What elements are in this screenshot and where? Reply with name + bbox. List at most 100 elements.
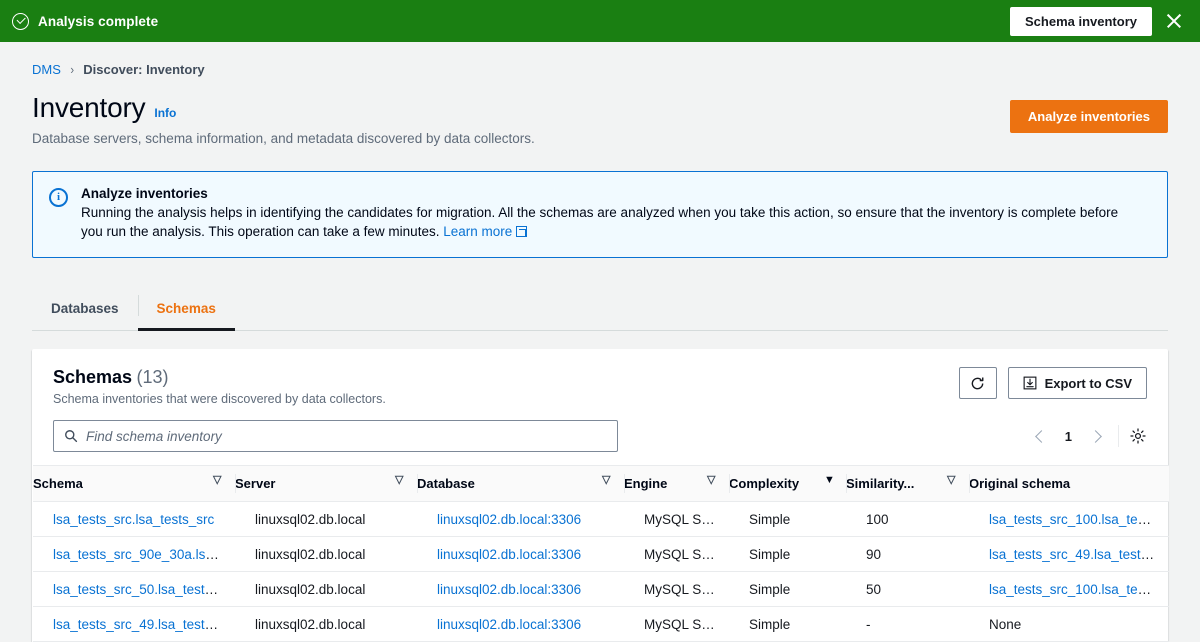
cell-schema: lsa_tests_src.lsa_tests_src bbox=[33, 501, 235, 537]
column-header-server[interactable]: Server bbox=[235, 466, 417, 502]
flash-notification-bar: Analysis complete Schema inventory bbox=[0, 0, 1200, 42]
refresh-button[interactable] bbox=[958, 367, 997, 399]
page-header-text: Inventory Info Database servers, schema … bbox=[32, 92, 535, 146]
learn-more-link[interactable]: Learn more bbox=[443, 224, 512, 239]
column-header-similarity[interactable]: Similarity... bbox=[846, 466, 969, 502]
sort-icon-server[interactable] bbox=[395, 475, 405, 487]
search-icon bbox=[64, 429, 78, 443]
database-link[interactable]: linuxsql02.db.local:3306 bbox=[437, 582, 581, 597]
pagination-page-1[interactable]: 1 bbox=[1057, 429, 1080, 444]
table-body: lsa_tests_src.lsa_tests_src linuxsql02.d… bbox=[33, 501, 1169, 642]
pagination: 1 bbox=[1029, 422, 1147, 450]
cell-complexity: Simple bbox=[729, 571, 846, 607]
schema-link[interactable]: lsa_tests_src.lsa_tests_src bbox=[53, 512, 214, 527]
cell-server: linuxsql02.db.local bbox=[235, 501, 417, 537]
chevron-left-icon[interactable] bbox=[1029, 422, 1055, 450]
cell-engine: MySQL Server bbox=[624, 571, 729, 607]
table-subtitle: Schema inventories that were discovered … bbox=[53, 392, 386, 406]
database-link[interactable]: linuxsql02.db.local:3306 bbox=[437, 617, 581, 632]
original-schema-link[interactable]: lsa_tests_src_100.lsa_tests_s... bbox=[989, 582, 1169, 597]
search-input[interactable] bbox=[86, 428, 607, 444]
table-title-row: Schemas (13) bbox=[53, 367, 386, 388]
column-header-original-schema[interactable]: Original schema bbox=[969, 466, 1169, 502]
flash-message-group: Analysis complete bbox=[12, 12, 1010, 30]
table-actions: Export to CSV bbox=[958, 367, 1147, 399]
cell-schema: lsa_tests_src_50.lsa_tests_s... bbox=[33, 571, 235, 607]
download-icon bbox=[1023, 376, 1037, 390]
table-filter-row: 1 bbox=[33, 406, 1167, 465]
schema-inventory-button[interactable]: Schema inventory bbox=[1010, 6, 1152, 36]
table-header-row: Schema Server Database bbox=[33, 465, 1169, 502]
table-header-text: Schemas (13) Schema inventories that wer… bbox=[53, 367, 386, 406]
export-to-csv-button[interactable]: Export to CSV bbox=[1007, 367, 1147, 399]
cell-complexity: Simple bbox=[729, 536, 846, 572]
table-row[interactable]: lsa_tests_src_90e_30a.lsa_t... linuxsql0… bbox=[33, 536, 1169, 572]
gear-icon[interactable] bbox=[1129, 427, 1147, 445]
cell-database: linuxsql02.db.local:3306 bbox=[417, 501, 624, 537]
page-header: Inventory Info Database servers, schema … bbox=[32, 76, 1168, 146]
cell-similarity: - bbox=[846, 606, 969, 642]
page-title: Inventory bbox=[32, 92, 146, 123]
tab-schemas[interactable]: Schemas bbox=[137, 286, 236, 331]
cell-schema: lsa_tests_src_49.lsa_tests_s... bbox=[33, 606, 235, 642]
cell-database: linuxsql02.db.local:3306 bbox=[417, 571, 624, 607]
cell-server: linuxsql02.db.local bbox=[235, 571, 417, 607]
info-link[interactable]: Info bbox=[154, 106, 176, 120]
table-title: Schemas bbox=[53, 367, 133, 387]
cell-original-schema: lsa_tests_src_49.lsa_tests_sr... bbox=[969, 536, 1169, 572]
analyze-inventories-button[interactable]: Analyze inventories bbox=[1009, 100, 1168, 133]
cell-similarity: 50 bbox=[846, 571, 969, 607]
analyze-inventories-alert: Analyze inventories Running the analysis… bbox=[32, 171, 1168, 258]
sort-icon-schema[interactable] bbox=[213, 475, 223, 487]
sort-icon-database[interactable] bbox=[602, 475, 612, 487]
close-icon[interactable] bbox=[1162, 9, 1186, 33]
table-header: Schemas (13) Schema inventories that wer… bbox=[33, 350, 1167, 406]
info-circle-icon bbox=[49, 188, 68, 207]
schema-link[interactable]: lsa_tests_src_49.lsa_tests_s... bbox=[53, 617, 235, 632]
database-link[interactable]: linuxsql02.db.local:3306 bbox=[437, 547, 581, 562]
check-circle-icon bbox=[12, 12, 29, 30]
sort-icon-complexity[interactable] bbox=[824, 475, 835, 487]
cell-database: linuxsql02.db.local:3306 bbox=[417, 536, 624, 572]
column-label-schema: Schema bbox=[33, 476, 83, 491]
search-field[interactable] bbox=[53, 420, 618, 452]
flash-message-text: Analysis complete bbox=[38, 13, 159, 29]
sort-icon-similarity[interactable] bbox=[947, 475, 957, 487]
alert-content: Analyze inventories Running the analysis… bbox=[81, 186, 1136, 241]
cell-database: linuxsql02.db.local:3306 bbox=[417, 606, 624, 642]
table-count: (13) bbox=[136, 367, 169, 387]
original-schema-link[interactable]: lsa_tests_src_100.lsa_tests_s... bbox=[989, 512, 1169, 527]
schemas-table-card: Schemas (13) Schema inventories that wer… bbox=[32, 349, 1169, 642]
column-header-complexity[interactable]: Complexity bbox=[729, 466, 846, 502]
column-label-engine: Engine bbox=[624, 476, 668, 491]
divider bbox=[1118, 425, 1119, 447]
table-head-row-group: Schema Server Database bbox=[33, 465, 1169, 502]
cell-similarity: 100 bbox=[846, 501, 969, 537]
alert-body: Running the analysis helps in identifyin… bbox=[81, 203, 1136, 241]
column-header-schema[interactable]: Schema bbox=[33, 466, 235, 502]
table-row[interactable]: lsa_tests_src.lsa_tests_src linuxsql02.d… bbox=[33, 501, 1169, 537]
database-link[interactable]: linuxsql02.db.local:3306 bbox=[437, 512, 581, 527]
column-label-similarity: Similarity... bbox=[846, 476, 915, 491]
schema-link[interactable]: lsa_tests_src_50.lsa_tests_s... bbox=[53, 582, 235, 597]
cell-complexity: Simple bbox=[729, 501, 846, 537]
chevron-right-icon[interactable] bbox=[1082, 422, 1108, 450]
external-link-icon[interactable] bbox=[516, 226, 528, 237]
breadcrumb-item-dms[interactable]: DMS bbox=[32, 62, 61, 77]
tab-databases[interactable]: Databases bbox=[32, 286, 138, 330]
cell-engine: MySQL Server bbox=[624, 501, 729, 537]
cell-complexity: Simple bbox=[729, 606, 846, 642]
original-schema-link[interactable]: lsa_tests_src_49.lsa_tests_sr... bbox=[989, 547, 1169, 562]
column-header-database[interactable]: Database bbox=[417, 466, 624, 502]
table-row[interactable]: lsa_tests_src_49.lsa_tests_s... linuxsql… bbox=[33, 606, 1169, 642]
schema-link[interactable]: lsa_tests_src_90e_30a.lsa_t... bbox=[53, 547, 235, 562]
table-row[interactable]: lsa_tests_src_50.lsa_tests_s... linuxsql… bbox=[33, 571, 1169, 607]
cell-engine: MySQL Server bbox=[624, 606, 729, 642]
column-header-engine[interactable]: Engine bbox=[624, 466, 729, 502]
breadcrumb-item-current: Discover: Inventory bbox=[83, 61, 205, 77]
column-label-database: Database bbox=[417, 476, 475, 491]
sort-icon-engine[interactable] bbox=[707, 475, 717, 487]
schemas-table: Schema Server Database bbox=[33, 465, 1169, 642]
cell-original-schema: lsa_tests_src_100.lsa_tests_s... bbox=[969, 571, 1169, 607]
page-content: DMS › Discover: Inventory Inventory Info… bbox=[0, 42, 1200, 642]
